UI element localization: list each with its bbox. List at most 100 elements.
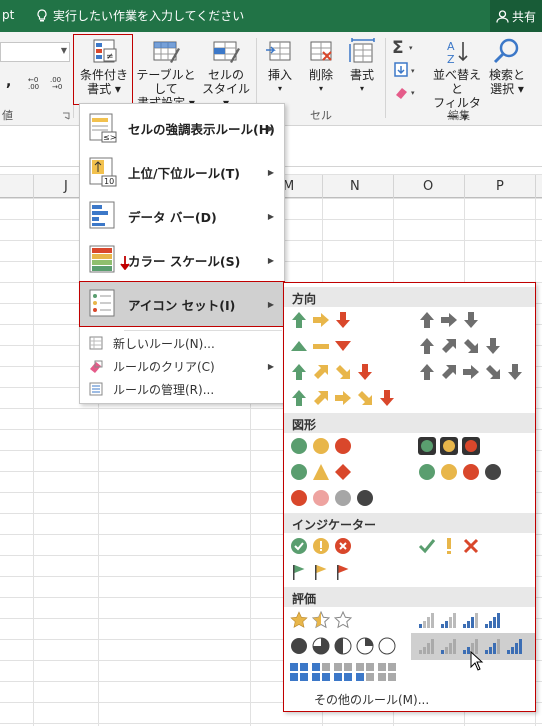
icon-set-5-quarters[interactable] — [290, 637, 396, 655]
circle-green-icon — [291, 464, 307, 480]
menu-item-color-scales[interactable]: カラー スケール(S) ▶ — [80, 238, 284, 282]
fill-icon[interactable]: ▾ — [394, 62, 422, 78]
check-icon — [418, 539, 436, 554]
chevron-right-icon: ▶ — [267, 255, 274, 265]
boxes-2-icon — [334, 663, 352, 681]
circle-quarter-icon — [356, 637, 374, 655]
chevron-down-icon: ▼ — [60, 46, 67, 55]
boxes-1-icon — [356, 663, 374, 681]
column-header-j[interactable]: J — [64, 179, 68, 194]
tell-me-box[interactable]: 実行したい作業を入力してください — [36, 7, 244, 24]
icon-set-3-signs[interactable] — [290, 463, 352, 481]
icon-set-3-arrows-colored[interactable] — [290, 311, 352, 329]
insert-label: 挿入 — [267, 68, 292, 82]
menu-item-new-rule[interactable]: 新しいルール(N)... — [80, 332, 284, 354]
column-header-o[interactable]: O — [423, 179, 433, 194]
icon-set-4-traffic-lights[interactable] — [418, 463, 502, 481]
icon-set-4-arrows-gray[interactable] — [418, 337, 502, 355]
menu-item-clear-rules[interactable]: ルールのクリア(C) ▶ — [80, 355, 284, 377]
circle-three-quarter-icon — [312, 637, 330, 655]
icon-set-4-arrows-colored[interactable] — [290, 363, 374, 381]
menu-item-icon-sets[interactable]: アイコン セット(I) ▶ — [79, 281, 285, 327]
circle-black-icon — [357, 490, 373, 506]
circle-black-icon — [485, 464, 501, 480]
top-bottom-rules-icon: 10 — [89, 157, 117, 187]
icon-set-red-to-black[interactable] — [290, 489, 374, 507]
insert-cells-button[interactable]: 挿入 ▾ — [260, 36, 300, 96]
icon-set-3-flags[interactable] — [290, 563, 352, 581]
menu-item-label: 新しいルール(N)... — [113, 336, 215, 351]
icon-set-3-symbols-circled[interactable] — [290, 537, 352, 555]
increase-decimal-icon[interactable]: ←0.00 — [28, 74, 46, 90]
menu-item-label: アイコン セット(I) — [128, 297, 236, 313]
icon-set-5-arrows-gray[interactable] — [418, 363, 524, 381]
manage-rules-icon — [89, 382, 103, 396]
triangle-yellow-icon — [313, 464, 329, 480]
icon-set-3-traffic-lights-rimmed[interactable] — [418, 437, 480, 455]
person-icon — [496, 9, 509, 23]
flag-yellow-icon — [315, 565, 327, 580]
format-cells-button[interactable]: 書式 ▾ — [342, 36, 382, 96]
circle-gray-icon — [335, 490, 351, 506]
dialog-launcher-icon[interactable] — [62, 112, 70, 120]
icon-set-3-triangles[interactable] — [290, 337, 352, 355]
menu-item-label: ルールの管理(R)... — [113, 382, 215, 397]
number-group-label: 値 — [2, 109, 13, 122]
icon-set-4-ratings[interactable] — [418, 611, 502, 629]
icon-set-3-arrows-gray[interactable] — [418, 311, 480, 329]
signal-bars-3-icon — [485, 639, 500, 654]
icon-set-3-traffic-lights[interactable] — [290, 437, 352, 455]
conditional-format-menu: ≤> セルの強調表示ルール(H) ▶ 10 上位/下位ルール(T) ▶ データ … — [79, 103, 285, 404]
menu-item-label: カラー スケール(S) — [128, 253, 241, 269]
icon-set-3-symbols[interactable] — [418, 537, 480, 555]
eraser-icon — [90, 360, 103, 373]
menu-item-data-bars[interactable]: データ バー(D) ▶ — [80, 194, 284, 238]
rimmed-yellow-icon — [440, 437, 458, 455]
menu-item-top-bottom-rules[interactable]: 10 上位/下位ルール(T) ▶ — [80, 150, 284, 194]
signal-bars-4-icon — [507, 639, 522, 654]
icon-sets-icon — [89, 289, 115, 317]
delete-cells-button[interactable]: 削除 ▾ — [300, 36, 342, 96]
delete-label: 削除 — [308, 68, 333, 82]
arrow-down-gray-icon — [464, 312, 478, 328]
sort-filter-icon: AZ — [447, 40, 468, 66]
comma-style-button[interactable]: , — [6, 74, 11, 90]
format-as-table-button[interactable]: テーブルとして 書式設定 ▾ — [132, 36, 200, 110]
arrow-up-icon — [292, 312, 306, 328]
format-as-table-label-1: テーブルとして — [136, 68, 196, 96]
find-select-button[interactable]: 検索と 選択 ▾ — [486, 36, 528, 96]
star-full-icon — [290, 611, 308, 628]
arrow-up-right-gray-icon — [442, 339, 456, 353]
svg-text:A: A — [447, 40, 455, 53]
svg-text:▾: ▾ — [409, 44, 413, 52]
icon-set-3-stars[interactable] — [290, 611, 352, 629]
number-format-dropdown[interactable]: ▼ — [0, 42, 70, 62]
arrow-down-icon — [358, 364, 372, 380]
column-header-n[interactable]: N — [350, 179, 360, 194]
highlight-rules-icon: ≤> — [89, 113, 117, 143]
star-half-icon — [312, 611, 330, 629]
magnifier-icon — [493, 38, 519, 64]
decrease-decimal-icon[interactable]: .00→0 — [50, 74, 68, 90]
menu-item-label: ルールのクリア(C) — [113, 359, 215, 374]
arrow-up-gray-icon — [420, 364, 434, 380]
menu-item-highlight-rules[interactable]: ≤> セルの強調表示ルール(H) ▶ — [80, 106, 284, 150]
arrow-up-icon — [292, 364, 306, 380]
section-header-indicators: インジケーター — [284, 513, 535, 533]
editing-group-label: 編集 — [448, 109, 470, 122]
icon-set-5-boxes[interactable] — [290, 663, 396, 681]
more-rules-link[interactable]: その他のルール(M)... — [314, 691, 429, 708]
circle-red-icon — [335, 438, 351, 454]
arrow-up-gray-icon — [420, 312, 434, 328]
share-button[interactable]: 共有 — [490, 0, 542, 32]
cell-styles-button[interactable]: セルの スタイル ▾ — [200, 36, 252, 110]
arrow-down-icon — [380, 390, 394, 406]
column-header-p[interactable]: P — [496, 179, 504, 194]
autosum-icon[interactable]: Σ ▾ — [392, 38, 422, 56]
svg-text:10: 10 — [104, 177, 114, 186]
signal-bars-4-icon — [485, 613, 500, 628]
icon-set-5-arrows-colored[interactable] — [290, 389, 396, 407]
clear-eraser-icon[interactable]: ▾ — [394, 84, 422, 100]
menu-item-manage-rules[interactable]: ルールの管理(R)... — [80, 378, 284, 400]
check-circle-icon — [291, 538, 307, 554]
